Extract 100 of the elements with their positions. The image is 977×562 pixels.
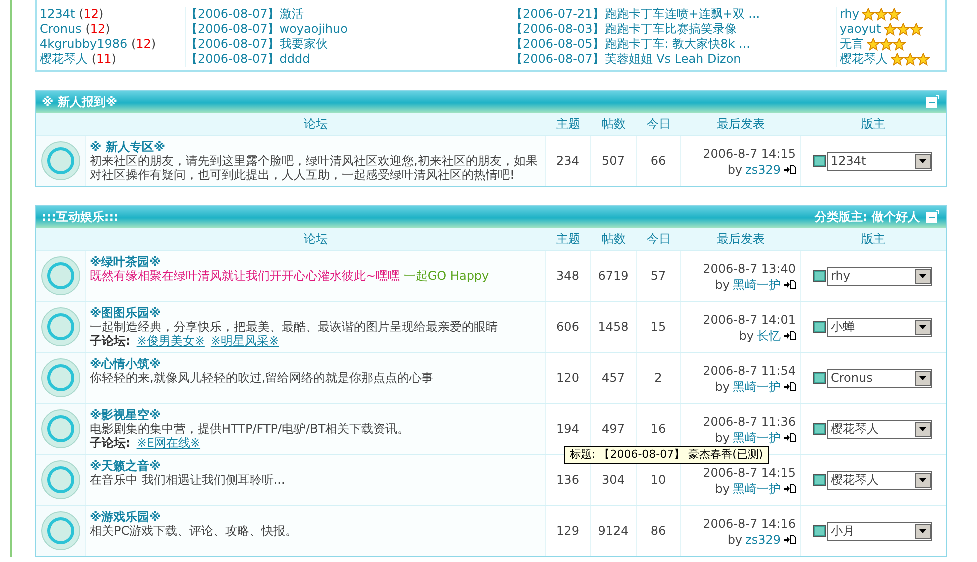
star-icon bbox=[904, 53, 917, 66]
user-link[interactable]: 黑崎一护 bbox=[733, 277, 781, 293]
post-link[interactable]: 跑跑卡丁车: 教大家快8k ... bbox=[604, 37, 750, 51]
post-count: (12) bbox=[86, 22, 110, 36]
user-link[interactable]: 黑崎一护 bbox=[733, 430, 781, 446]
user-link[interactable]: 黑崎一护 bbox=[733, 481, 781, 497]
forum-description: 你轻轻的来,就像风儿轻轻的吹过,留给网络的就是你那点点的心事 bbox=[90, 371, 435, 385]
goto-post-icon[interactable] bbox=[784, 535, 796, 545]
post-link[interactable]: 芙蓉姐姐 Vs Leah Dizon bbox=[604, 52, 742, 66]
goto-post-icon[interactable] bbox=[784, 382, 796, 392]
forum-status-icon bbox=[40, 141, 80, 181]
column-header: 论坛 bbox=[303, 116, 329, 133]
post-link[interactable]: 我要家伙 bbox=[280, 37, 328, 51]
by-label: by bbox=[715, 430, 730, 446]
forum-name[interactable]: ※游戏乐园※ bbox=[90, 510, 162, 524]
goto-post-icon[interactable] bbox=[784, 433, 796, 443]
moderator-icon bbox=[813, 474, 826, 486]
post-count: 9124 bbox=[591, 506, 637, 556]
post-count: (12) bbox=[79, 7, 104, 21]
forum-status-icon bbox=[40, 256, 80, 296]
user-link[interactable]: 黑崎一护 bbox=[733, 379, 781, 395]
topic-count: 129 bbox=[546, 506, 591, 556]
forum-description: 初来社区的朋友，请先到这里露个脸吧，绿叶清风社区欢迎您,初来社区的朋友，如果对社区操作有疑问，也可到此提出，人人互助，一起感受绿叶清风社区的热情吧! bbox=[90, 154, 539, 182]
goto-post-icon[interactable] bbox=[784, 484, 796, 494]
collapse-icon[interactable] bbox=[926, 210, 940, 224]
goto-post-icon[interactable] bbox=[784, 165, 796, 175]
section-title: :::互动娱乐::: bbox=[42, 208, 119, 226]
moderator-dropdown[interactable]: 樱花琴人 bbox=[827, 470, 932, 490]
user-link[interactable]: 无言 bbox=[840, 37, 864, 52]
star-icon bbox=[917, 53, 930, 66]
last-post-time: 2006-8-7 14:15 bbox=[702, 465, 796, 481]
by-label: by bbox=[728, 162, 743, 178]
post-link[interactable]: 激活 bbox=[280, 7, 304, 21]
forum-status-icon bbox=[40, 409, 80, 449]
caret-icon bbox=[915, 268, 931, 284]
post-count: (11) bbox=[92, 52, 116, 66]
last-post-time: 2006-8-7 11:54 bbox=[702, 363, 796, 379]
today-count: 86 bbox=[637, 506, 681, 556]
subforum-link[interactable]: ※明星风采※ bbox=[210, 334, 280, 348]
user-link[interactable]: zs329 bbox=[746, 532, 781, 548]
user-link[interactable]: Cronus bbox=[40, 22, 82, 36]
caret-icon bbox=[915, 472, 931, 488]
subforum-label: 子论坛: bbox=[90, 334, 131, 348]
user-link[interactable]: 长忆 bbox=[757, 328, 781, 344]
moderator-icon bbox=[813, 321, 826, 333]
post-link[interactable]: dddd bbox=[280, 52, 310, 66]
post-date: 【2006-08-07】 bbox=[186, 22, 280, 36]
forum-name[interactable]: ※心情小筑※ bbox=[90, 357, 162, 371]
forum-name[interactable]: ※ 新人专区※ bbox=[90, 140, 166, 154]
last-post-time: 2006-8-7 14:16 bbox=[702, 516, 796, 532]
user-link[interactable]: yaoyut bbox=[840, 22, 882, 37]
by-label: by bbox=[739, 328, 754, 344]
goto-post-icon[interactable] bbox=[784, 280, 796, 290]
forum-name[interactable]: ※天籁之音※ bbox=[90, 459, 162, 473]
collapse-icon[interactable] bbox=[926, 95, 940, 109]
moderator-icon bbox=[813, 423, 826, 435]
star-icon bbox=[893, 38, 906, 51]
caret-icon bbox=[915, 524, 931, 538]
goto-post-icon[interactable] bbox=[784, 331, 796, 341]
column-header: 最后发表 bbox=[716, 116, 766, 133]
forum-name[interactable]: ※影视星空※ bbox=[90, 408, 162, 422]
post-link[interactable]: 跑跑卡丁车连喷+连飘+双 ... bbox=[604, 7, 760, 21]
user-link[interactable]: zs329 bbox=[746, 162, 781, 178]
forum-status-icon bbox=[40, 460, 80, 500]
post-date: 【2006-08-07】 bbox=[511, 52, 605, 66]
user-link[interactable]: 樱花琴人 bbox=[40, 52, 88, 66]
post-date: 【2006-08-05】 bbox=[511, 37, 605, 51]
moderator-dropdown[interactable]: 小蝉 bbox=[827, 318, 932, 336]
star-icon bbox=[910, 23, 924, 36]
user-link[interactable]: 樱花琴人 bbox=[840, 52, 888, 67]
column-header: 最后发表 bbox=[716, 231, 766, 248]
column-header: 主题 bbox=[556, 231, 582, 248]
user-link[interactable]: 4kgrubby1986 bbox=[40, 37, 128, 51]
star-icon bbox=[862, 8, 876, 21]
forum-name[interactable]: ※图图乐园※ bbox=[90, 306, 162, 320]
moderator-dropdown[interactable]: Cronus bbox=[827, 368, 932, 388]
moderator-icon bbox=[813, 155, 826, 167]
moderator-dropdown[interactable]: 小月 bbox=[827, 522, 932, 540]
forum-name[interactable]: ※绿叶茶园※ bbox=[90, 255, 162, 269]
by-label: by bbox=[715, 277, 730, 293]
moderator-dropdown[interactable]: 樱花琴人 bbox=[827, 420, 932, 438]
subforum-link[interactable]: ※俊男美女※ bbox=[136, 334, 205, 348]
user-link[interactable]: 1234t bbox=[40, 7, 76, 21]
caret-icon bbox=[915, 370, 931, 386]
moderator-icon bbox=[813, 270, 826, 282]
column-header: 今日 bbox=[646, 231, 672, 248]
moderator-dropdown[interactable]: 1234t bbox=[827, 152, 932, 170]
section-title: ※ 新人报到※ bbox=[42, 94, 118, 110]
column-header: 帖数 bbox=[601, 231, 627, 248]
moderator-dropdown[interactable]: rhy bbox=[827, 266, 932, 286]
last-post-time: 2006-8-7 11:36 bbox=[702, 414, 796, 430]
user-link[interactable]: rhy bbox=[840, 7, 860, 22]
caret-icon bbox=[915, 320, 931, 334]
subforum-label: 子论坛: bbox=[90, 436, 131, 450]
post-link[interactable]: woyaojihuo bbox=[280, 22, 348, 36]
subforum-link[interactable]: ※E网在线※ bbox=[136, 436, 201, 450]
last-post-time: 2006-8-7 14:01 bbox=[702, 312, 796, 328]
star-icon bbox=[867, 38, 880, 51]
post-link[interactable]: 跑跑卡丁车比赛搞笑录像 bbox=[604, 22, 737, 36]
star-icon bbox=[888, 8, 902, 21]
